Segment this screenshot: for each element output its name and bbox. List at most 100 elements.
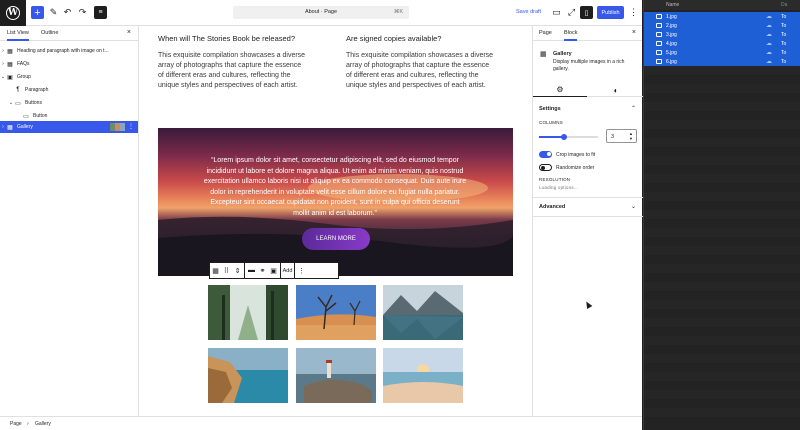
crop-icon[interactable]: ▣ (268, 263, 279, 278)
faq-answer[interactable]: This exquisite compilation showcases a d… (346, 51, 521, 91)
columns-slider[interactable] (539, 133, 598, 140)
more-options-icon[interactable]: ⋮ (296, 263, 307, 278)
file-row[interactable]: 1.jpg ☁ To (644, 12, 800, 21)
gallery-image-lighthouse-rocks[interactable] (296, 348, 376, 403)
list-item-heading-paragraph[interactable]: › ▦ Heading and paragraph with image on … (0, 45, 138, 57)
breadcrumb-page[interactable]: Page (10, 421, 22, 427)
undo-icon[interactable]: ↶ (61, 6, 74, 19)
file-date: To (781, 49, 787, 56)
list-item-label: FAQs (17, 61, 30, 67)
cloud-icon: ☁ (766, 50, 772, 56)
list-item-paragraph[interactable]: ¶ Paragraph (0, 84, 138, 96)
gallery-image-desert-trees[interactable] (296, 285, 376, 340)
empty-row (644, 282, 800, 291)
wordpress-logo-button[interactable]: W (0, 0, 26, 26)
tab-page[interactable]: Page (539, 30, 552, 36)
faq-question[interactable]: Are signed copies available? (346, 34, 441, 43)
gallery-image-beach-sunset[interactable] (383, 348, 463, 403)
save-draft-button[interactable]: Save draft (516, 9, 541, 15)
list-item-group[interactable]: ⌄ ▣ Group (0, 71, 138, 83)
settings-gear-icon[interactable]: ⚙ (533, 83, 587, 97)
tab-list-view[interactable]: List View (7, 30, 29, 41)
options-more-icon[interactable]: ⋮ (627, 6, 640, 19)
inspector-subtabs: ⚙ ◐ (533, 80, 643, 97)
more-options-icon[interactable]: ⋮ (128, 123, 134, 130)
file-row[interactable]: 4.jpg ☁ To (644, 39, 800, 48)
advanced-panel-title[interactable]: Advanced (539, 204, 565, 210)
list-item-gallery[interactable]: › ▦ Gallery ⋮ (0, 121, 138, 133)
cover-quote[interactable]: “Lorem ipsum dolor sit amet, consectetur… (180, 156, 490, 219)
align-icon[interactable]: ▬ (246, 263, 257, 278)
faq-answer-line: of different eras and cultures, reflecti… (158, 72, 291, 79)
file-name: 3.jpg (666, 31, 677, 38)
image-file-icon (656, 14, 662, 19)
tab-block[interactable]: Block (564, 30, 578, 41)
gallery-image-coastal-cliff[interactable] (208, 348, 288, 403)
faq-question[interactable]: When will The Stories Book be released? (158, 34, 295, 43)
gallery-icon: ▦ (7, 124, 13, 131)
move-up-down-icon[interactable]: ⇕ (232, 263, 243, 278)
close-icon[interactable]: × (127, 29, 131, 36)
quote-line: Excepteur sint occaecat cupidatat non pr… (210, 199, 460, 206)
empty-row (644, 372, 800, 381)
close-icon[interactable]: × (632, 29, 636, 36)
settings-sidebar-toggle[interactable]: ▯ (580, 6, 593, 19)
file-date: To (781, 31, 787, 38)
tools-pencil-icon[interactable]: ✎ (47, 6, 60, 19)
view-page-icon[interactable]: ⤢ (565, 6, 578, 19)
file-name: 5.jpg (666, 49, 677, 56)
file-row[interactable]: 2.jpg ☁ To (644, 21, 800, 30)
list-item-label: Button (33, 113, 48, 119)
crop-images-toggle[interactable] (539, 151, 552, 158)
column-name[interactable]: Name (666, 2, 679, 8)
chevron-down-icon[interactable]: ⌄ (631, 203, 636, 210)
empty-row (644, 408, 800, 417)
tab-outline[interactable]: Outline (41, 30, 58, 36)
link-icon[interactable]: ⚭ (257, 263, 268, 278)
empty-row (644, 120, 800, 129)
breadcrumb-gallery[interactable]: Gallery (35, 421, 51, 427)
command-palette-button[interactable]: About · Page ⌘K (233, 6, 409, 19)
randomize-order-toggle[interactable] (539, 164, 552, 171)
styles-contrast-icon[interactable]: ◐ (589, 83, 643, 97)
editor-top-bar: W + ✎ ↶ ↷ ≡ About · Page ⌘K Save draft ▭… (0, 0, 642, 26)
redo-icon[interactable]: ↷ (76, 6, 89, 19)
block-inserter-button[interactable]: + (31, 6, 44, 19)
gallery-image-forest-river[interactable] (208, 285, 288, 340)
add-images-button[interactable]: Add (282, 263, 293, 278)
file-row[interactable]: 3.jpg ☁ To (644, 30, 800, 39)
empty-row (644, 66, 800, 75)
quote-line: dolor in reprehenderit in voluptate veli… (210, 188, 460, 196)
preview-device-icon[interactable]: ▭ (550, 6, 563, 19)
columns-slider-thumb[interactable] (560, 133, 567, 140)
empty-row (644, 174, 800, 183)
resolution-select[interactable]: Loading options... (539, 185, 578, 190)
chevron-up-icon[interactable]: ⌃ (631, 105, 636, 112)
learn-more-button[interactable]: LEARN MORE (302, 228, 370, 250)
columns-number-input[interactable]: 3 ▲ ▼ (606, 129, 637, 143)
gallery-image-mountain-lake[interactable] (383, 285, 463, 340)
drag-handle-icon[interactable]: ⠿ (221, 263, 232, 278)
spin-buttons-icon[interactable]: ▲ ▼ (629, 131, 633, 141)
empty-row (644, 138, 800, 147)
list-item-label: Group (17, 74, 31, 80)
settings-panel-title[interactable]: Settings (539, 106, 561, 112)
file-row[interactable]: 5.jpg ☁ To (644, 48, 800, 57)
file-name: 1.jpg (666, 13, 677, 20)
image-file-icon (656, 59, 662, 64)
image-file-icon (656, 50, 662, 55)
list-item-label: Buttons (25, 100, 42, 106)
gallery-block-icon[interactable]: ▦ (210, 263, 221, 278)
file-row[interactable]: 6.jpg ☁ To (644, 57, 800, 66)
file-name: 6.jpg (666, 58, 677, 65)
list-item-faqs[interactable]: › ▦ FAQs (0, 58, 138, 70)
publish-button[interactable]: Publish (597, 6, 624, 19)
column-date[interactable]: Da (781, 2, 787, 8)
block-inspector: Page Block × ▦ Gallery Display multiple … (532, 26, 643, 416)
list-item-buttons[interactable]: ⌄ ▭ Buttons (0, 97, 138, 109)
document-overview-button[interactable]: ≡ (94, 6, 107, 19)
editor-canvas[interactable]: When will The Stories Book be released? … (140, 26, 531, 416)
empty-row (644, 102, 800, 111)
cover-block[interactable]: “Lorem ipsum dolor sit amet, consectetur… (158, 128, 513, 276)
faq-answer[interactable]: This exquisite compilation showcases a d… (158, 51, 333, 91)
